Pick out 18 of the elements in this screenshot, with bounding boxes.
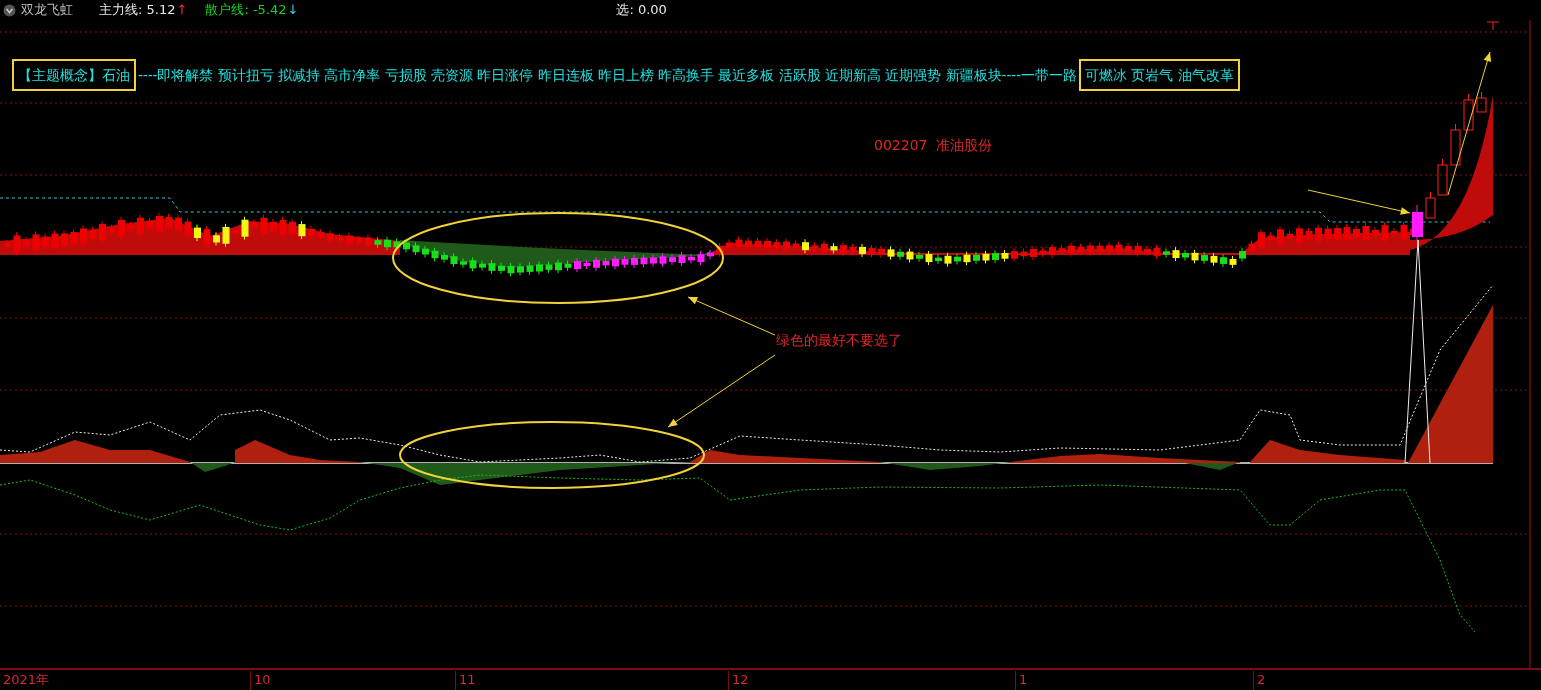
dropdown-icon[interactable]	[3, 3, 16, 17]
time-axis-label: 2021年	[2, 671, 50, 689]
annotation-text: 绿色的最好不要选了	[776, 331, 902, 350]
time-axis-label: 11	[455, 671, 476, 690]
time-axis-label: 12	[728, 671, 749, 690]
up-arrow-icon: ↑	[176, 0, 188, 20]
concept-tags: ----即将解禁 预计扭亏 拟减持 高市净率 亏损股 壳资源 昨日涨停 昨日连板 昨日上榜 昨高换手 最近多板 活跃股 近期新高 近期强势 新疆板块----一带一路	[136, 61, 1080, 89]
highlighted-concept-tags: 可燃冰 页岩气 油气改革	[1079, 59, 1240, 91]
stock-label: 002207 准油股份	[874, 136, 993, 155]
retail-line-reading: 散户线: -5.42	[205, 1, 287, 20]
main-line-reading: 主力线: 5.12	[99, 1, 176, 20]
time-axis-label: 1	[1015, 671, 1028, 690]
highlighted-concept-tags: 【主题概念】石油	[12, 59, 136, 91]
time-axis-label: 10	[250, 671, 271, 690]
time-axis-label: 2	[1253, 671, 1266, 690]
pick-reading: 选: 0.00	[616, 1, 667, 20]
down-arrow-icon: ↓	[287, 0, 299, 20]
indicator-name: 双龙飞虹	[21, 1, 73, 20]
